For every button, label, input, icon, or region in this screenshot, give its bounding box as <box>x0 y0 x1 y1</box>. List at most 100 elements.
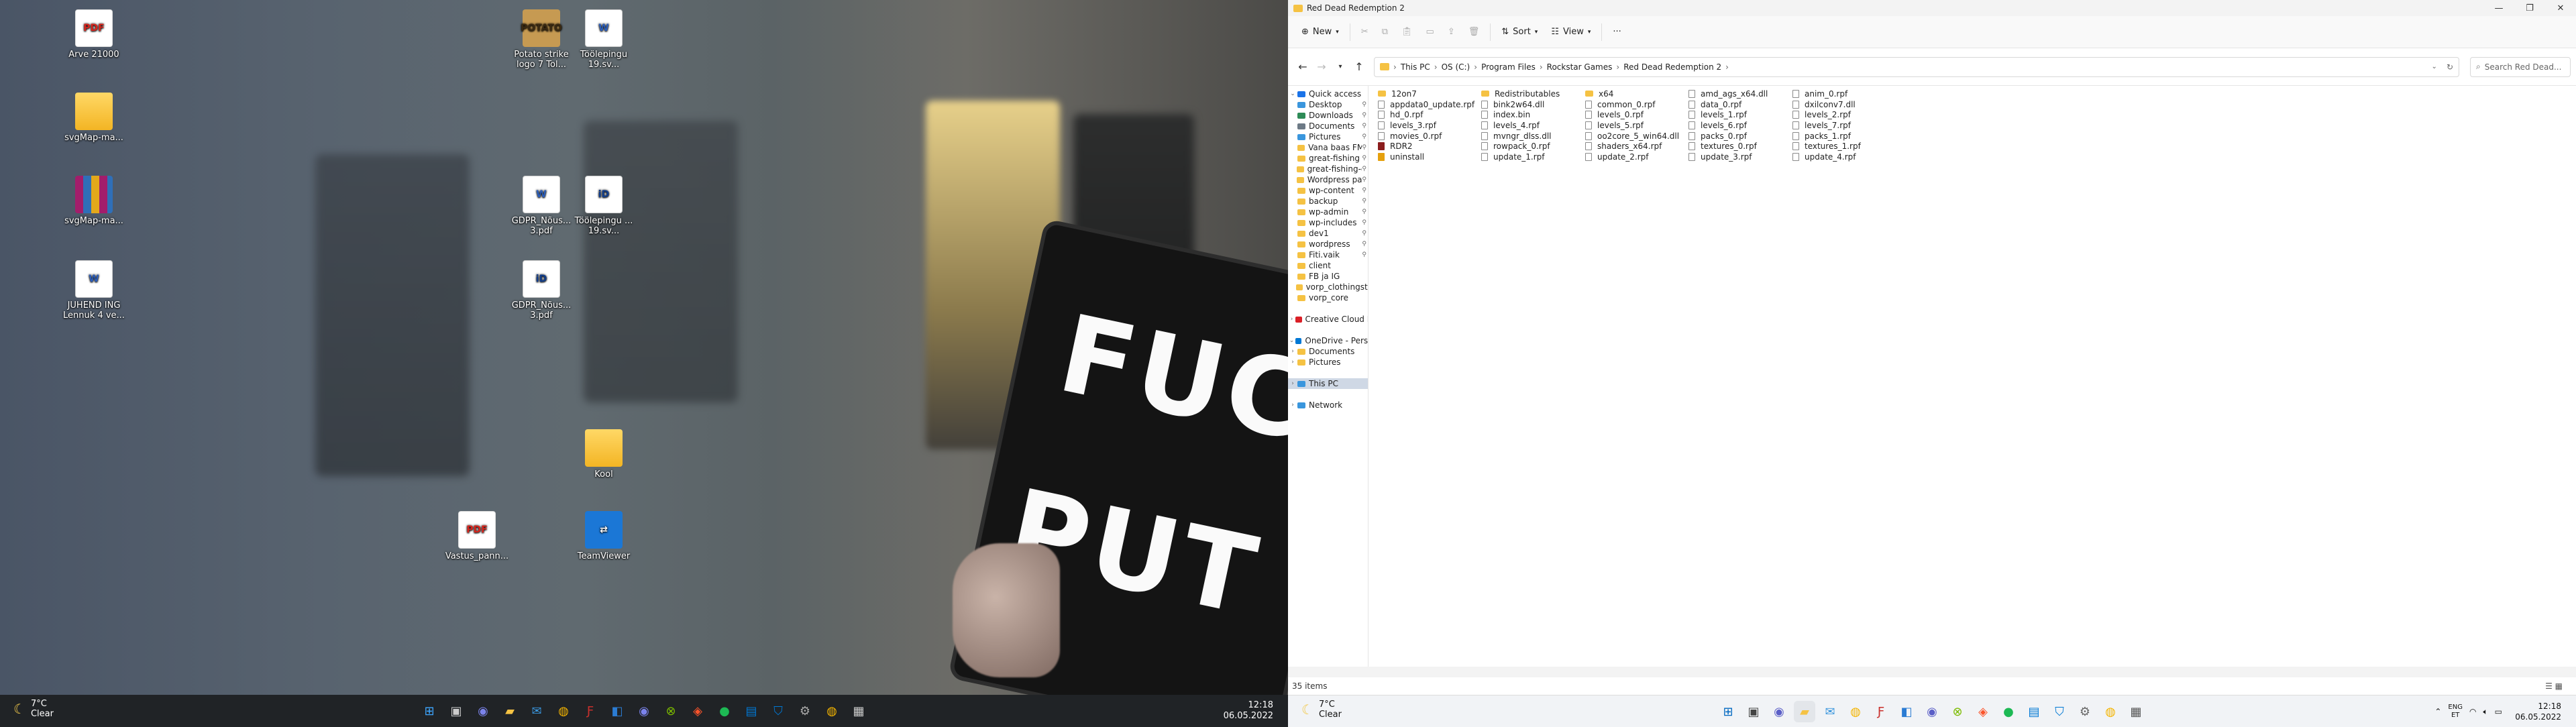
teams-icon[interactable]: ◉ <box>1768 701 1790 722</box>
file-item[interactable]: levels_4.rpf <box>1481 120 1582 131</box>
nav-item[interactable]: › Creative Cloud Files <box>1288 314 1368 325</box>
file-item[interactable]: index.bin <box>1481 109 1582 120</box>
forward-icon[interactable]: → <box>1312 60 1331 73</box>
settings-icon[interactable]: ⚙ <box>2074 701 2096 722</box>
file-item[interactable]: common_0.rpf <box>1585 99 1686 110</box>
view-mode-icons[interactable]: ☰ ▦ <box>2545 681 2563 691</box>
battery-icon[interactable]: ▭ <box>2495 707 2502 716</box>
teams-chat-icon[interactable]: ◉ <box>633 700 655 722</box>
weather-widget[interactable]: ☾ 7°C Clear <box>13 699 54 719</box>
nav-item[interactable]: Documents ⚲ <box>1288 121 1368 131</box>
file-item[interactable]: textures_0.rpf <box>1688 141 1789 152</box>
clock[interactable]: 12:18 06.05.2022 <box>2515 701 2561 722</box>
nav-item[interactable]: › Pictures <box>1288 357 1368 368</box>
outlook-icon[interactable]: ◧ <box>1896 701 1917 722</box>
file-item[interactable]: Redistributables <box>1481 89 1582 99</box>
file-item[interactable]: uninstall <box>1378 152 1479 162</box>
teams-icon[interactable]: ◉ <box>472 700 494 722</box>
nav-item[interactable]: ⌄ OneDrive - Personal <box>1288 335 1368 346</box>
chevron-right-icon[interactable]: › <box>1288 380 1297 387</box>
chrome-alt-icon[interactable]: ◍ <box>821 700 843 722</box>
calculator-icon[interactable]: ▦ <box>2125 701 2147 722</box>
clock[interactable]: 12:18 06.05.2022 <box>1224 700 1273 722</box>
file-item[interactable]: levels_7.rpf <box>1792 120 1893 131</box>
desktop-icon[interactable]: iD GDPR_Nõus... 3.pdf <box>504 260 578 321</box>
chevron-up-icon[interactable]: ⌃ <box>2434 707 2441 716</box>
nav-item[interactable]: wp-admin ⚲ <box>1288 207 1368 217</box>
filezilla-icon[interactable]: Ƒ <box>1870 701 1892 722</box>
nav-item[interactable]: great-fishing ⚲ <box>1288 153 1368 164</box>
chevron-right-icon[interactable]: › <box>1288 316 1295 323</box>
breadcrumb-item[interactable]: Program Files <box>1481 62 1536 72</box>
back-icon[interactable]: ← <box>1293 60 1312 73</box>
file-item[interactable]: packs_1.rpf <box>1792 131 1893 142</box>
more-button[interactable]: ··· <box>1606 23 1627 41</box>
desktop-icon[interactable]: PDF Vastus_pann... <box>440 511 514 561</box>
desktop-icon[interactable]: svgMap-ma... <box>57 176 131 226</box>
file-item[interactable]: anim_0.rpf <box>1792 89 1893 99</box>
brave-icon[interactable]: ◈ <box>1972 701 1994 722</box>
settings-icon[interactable]: ⚙ <box>794 700 816 722</box>
nav-item[interactable]: backup ⚲ <box>1288 196 1368 207</box>
file-item[interactable]: levels_0.rpf <box>1585 109 1686 120</box>
file-item[interactable]: levels_2.rpf <box>1792 109 1893 120</box>
nav-item[interactable]: › This PC <box>1288 378 1368 389</box>
search-box[interactable]: ⌕ Search Red Dead... <box>2470 56 2571 77</box>
file-item[interactable]: levels_3.rpf <box>1378 120 1479 131</box>
nav-item[interactable]: Pictures ⚲ <box>1288 131 1368 142</box>
nav-item[interactable]: dev1 ⚲ <box>1288 228 1368 239</box>
filezilla-icon[interactable]: Ƒ <box>580 700 601 722</box>
file-item[interactable]: mvngr_dlss.dll <box>1481 131 1582 142</box>
desktop-icon[interactable]: PDF Arve 21000 <box>57 9 131 60</box>
file-item[interactable]: update_1.rpf <box>1481 152 1582 162</box>
task-view-icon[interactable]: ▣ <box>445 700 467 722</box>
rename-icon[interactable]: ▭ <box>1419 23 1441 41</box>
maximize-button[interactable]: ❐ <box>2514 0 2545 16</box>
file-item[interactable]: textures_1.rpf <box>1792 141 1893 152</box>
nav-item[interactable]: wordpress ⚲ <box>1288 239 1368 249</box>
nav-item[interactable]: wp-content ⚲ <box>1288 185 1368 196</box>
file-item[interactable]: oo2core_5_win64.dll <box>1585 131 1686 142</box>
nav-item[interactable]: › Documents <box>1288 346 1368 357</box>
file-item[interactable]: data_0.rpf <box>1688 99 1789 110</box>
breadcrumb-item[interactable]: Red Dead Redemption 2 <box>1623 62 1721 72</box>
chrome-icon[interactable]: ◍ <box>553 700 574 722</box>
nav-item[interactable]: vorp_clothingstore <box>1288 282 1368 292</box>
volume-icon[interactable]: 🔈︎ <box>2483 707 2487 717</box>
desktop-icon[interactable]: Kool <box>567 429 641 480</box>
file-explorer-icon[interactable]: ▰ <box>499 700 521 722</box>
recent-chevron-icon[interactable]: ▾ <box>1331 63 1350 70</box>
desktop-icon[interactable]: svgMap-ma... <box>57 93 131 143</box>
paste-icon[interactable]: 📋︎ <box>1395 23 1419 41</box>
share-icon[interactable]: ⇪ <box>1441 23 1462 41</box>
refresh-icon[interactable]: ↻ <box>2447 62 2453 72</box>
start-icon[interactable]: ⊞ <box>1717 701 1739 722</box>
file-item[interactable]: bink2w64.dll <box>1481 99 1582 110</box>
file-item[interactable]: appdata0_update.rpf <box>1378 99 1479 110</box>
desktop-icon[interactable]: iD Töölepingu ... 19.sv... <box>567 176 641 236</box>
nav-item[interactable]: ⌄ Quick access <box>1288 89 1368 99</box>
file-item[interactable]: update_4.rpf <box>1792 152 1893 162</box>
address-dropdown-icon[interactable]: ⌄ <box>2432 63 2437 70</box>
language-indicator[interactable]: ENG ET <box>2448 704 2463 720</box>
photos-icon[interactable]: ▤ <box>2023 701 2045 722</box>
spotify-icon[interactable]: ● <box>1998 701 2019 722</box>
file-item[interactable]: levels_5.rpf <box>1585 120 1686 131</box>
delete-icon[interactable]: 🗑︎ <box>1462 23 1487 41</box>
chevron-down-icon[interactable]: ⌄ <box>1288 337 1295 344</box>
nav-item[interactable]: Vana baas FM ⚲ <box>1288 142 1368 153</box>
address-bar[interactable]: › This PC › OS (C:) › Program Files › Ro… <box>1374 56 2459 77</box>
file-item[interactable]: levels_6.rpf <box>1688 120 1789 131</box>
mail-icon[interactable]: ✉ <box>526 700 547 722</box>
xbox-icon[interactable]: ⊗ <box>660 700 682 722</box>
chrome-alt-icon[interactable]: ◍ <box>2100 701 2121 722</box>
chevron-right-icon[interactable]: › <box>1288 359 1297 366</box>
file-item[interactable]: x64 <box>1585 89 1686 99</box>
brave-icon[interactable]: ◈ <box>687 700 708 722</box>
up-icon[interactable]: ↑ <box>1350 60 1368 73</box>
nav-item[interactable]: great-fishing-cl ⚲ <box>1288 164 1368 174</box>
file-item[interactable]: movies_0.rpf <box>1378 131 1479 142</box>
file-item[interactable]: dxilconv7.dll <box>1792 99 1893 110</box>
nav-item[interactable]: › Network <box>1288 400 1368 410</box>
close-button[interactable]: ✕ <box>2545 0 2576 16</box>
